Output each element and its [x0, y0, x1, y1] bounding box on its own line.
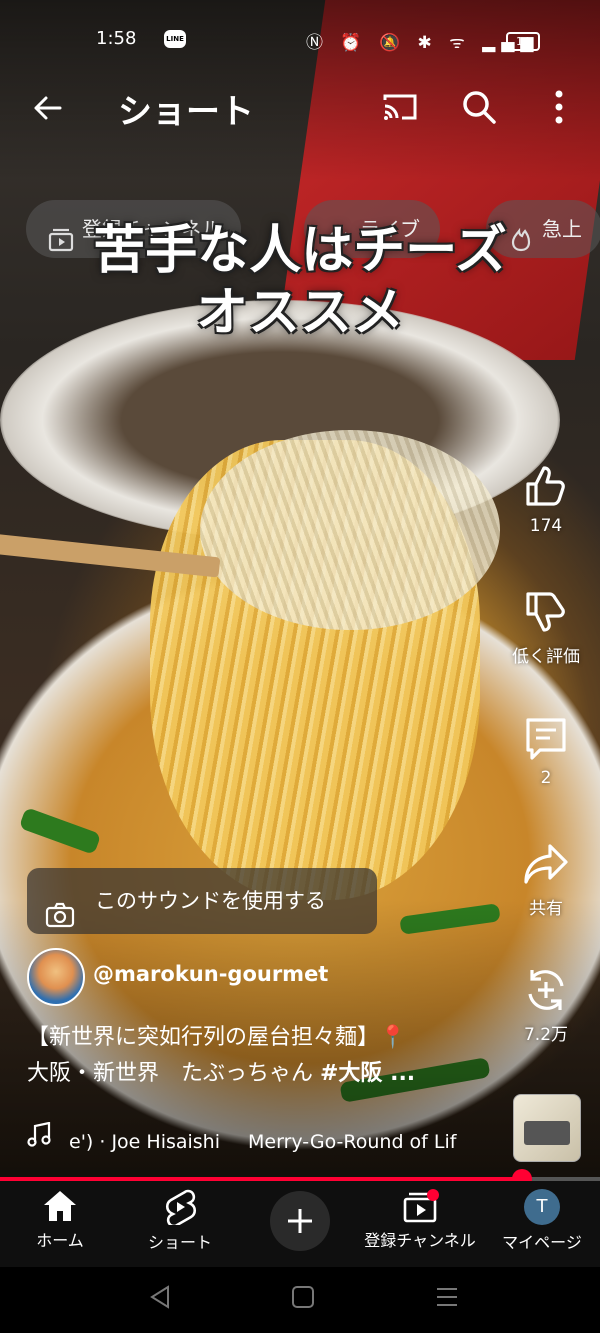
like-count: 174: [529, 516, 563, 536]
dislike-label: 低く評価: [512, 647, 580, 667]
nav-shorts-label: ショート: [147, 1233, 212, 1252]
status-bar: 1:58 LINE Ⓝ ⏰ 🔕 ✱ ᯤ ▂▄▆ 14: [0, 24, 600, 58]
app-header: ショート: [0, 82, 600, 132]
share-label: 共有: [529, 899, 563, 919]
album-art-piano: [524, 1121, 570, 1145]
music-track: Merry-Go-Round of Lif: [248, 1131, 457, 1153]
nav-shorts[interactable]: ショート: [140, 1189, 220, 1253]
share-icon: [524, 844, 568, 884]
nav-home-label: ホーム: [36, 1231, 84, 1250]
shorts-icon: [165, 1189, 197, 1225]
create-button[interactable]: [270, 1191, 330, 1251]
remix-icon: [528, 970, 564, 1010]
use-sound-label: このサウンドを使用する: [95, 889, 326, 913]
channel-handle[interactable]: @marokun-gourmet: [93, 962, 328, 986]
remix-button[interactable]: 7.2万: [510, 966, 582, 1045]
share-button[interactable]: 共有: [510, 840, 582, 919]
search-icon[interactable]: [460, 88, 498, 130]
description-line-2: 大阪・新世界 たぶっちゃん #大阪 ...: [27, 1056, 497, 1092]
comment-count: 2: [540, 768, 552, 788]
music-artist: e') · Joe Hisaishi: [69, 1131, 221, 1153]
nav-subscriptions[interactable]: 登録チャンネル: [358, 1189, 482, 1251]
system-navigation-bar: [0, 1267, 600, 1333]
camera-icon: [45, 888, 75, 954]
dislike-button[interactable]: 低く評価: [510, 588, 582, 667]
home-icon: [44, 1191, 76, 1221]
sound-thumbnail[interactable]: [513, 1094, 581, 1162]
remix-count: 7.2万: [523, 1025, 569, 1045]
bottom-navigation: ホーム ショート 登録チャンネル T マイページ: [0, 1181, 600, 1267]
nav-home[interactable]: ホーム: [30, 1189, 90, 1251]
thumb-down-icon: [526, 592, 565, 632]
music-note-icon: [27, 1122, 51, 1153]
bean-sprouts: [200, 430, 500, 630]
comment-icon: [526, 718, 566, 760]
page-title: ショート: [118, 92, 254, 132]
nav-subscriptions-label: 登録チャンネル: [364, 1231, 476, 1250]
system-home-icon[interactable]: [290, 1283, 316, 1315]
system-recents-icon[interactable]: [434, 1283, 460, 1315]
caption-line-2: オススメ: [195, 282, 404, 343]
video-description[interactable]: 【新世界に突如行列の屋台担々麺】📍 大阪・新世界 たぶっちゃん #大阪 ...: [27, 1020, 497, 1092]
status-icons: Ⓝ ⏰ 🔕 ✱ ᯤ ▂▄▆: [306, 33, 540, 53]
account-avatar: T: [524, 1189, 560, 1225]
battery-icon: 14: [506, 32, 540, 51]
description-line-1: 【新世界に突如行列の屋台担々麺】📍: [27, 1025, 407, 1050]
status-time: 1:58: [96, 28, 137, 49]
back-arrow-icon[interactable]: [30, 90, 66, 126]
channel-avatar[interactable]: [27, 948, 85, 1006]
thumb-up-icon: [526, 466, 565, 506]
cast-icon[interactable]: [382, 92, 418, 126]
line-app-icon: LINE: [164, 30, 186, 48]
description-text: 大阪・新世界 たぶっちゃん: [27, 1061, 320, 1086]
nav-mypage[interactable]: T マイページ: [496, 1189, 588, 1253]
nav-mypage-label: マイページ: [502, 1233, 582, 1252]
system-back-icon[interactable]: [148, 1283, 172, 1315]
video-caption: 苦手な人はチーズ オススメ: [0, 220, 600, 344]
caption-line-1: 苦手な人はチーズ: [93, 220, 507, 281]
like-button[interactable]: 174: [510, 462, 582, 536]
music-ticker[interactable]: e') · Joe Hisaishi Merry-Go-Round of Lif: [27, 1122, 497, 1153]
hashtag-link[interactable]: #大阪 ...: [320, 1061, 415, 1086]
use-sound-button[interactable]: このサウンドを使用する: [27, 868, 377, 934]
notification-dot: [427, 1189, 439, 1201]
more-vert-icon[interactable]: [552, 88, 566, 130]
plus-icon: [288, 1209, 312, 1233]
comment-button[interactable]: 2: [510, 714, 582, 788]
